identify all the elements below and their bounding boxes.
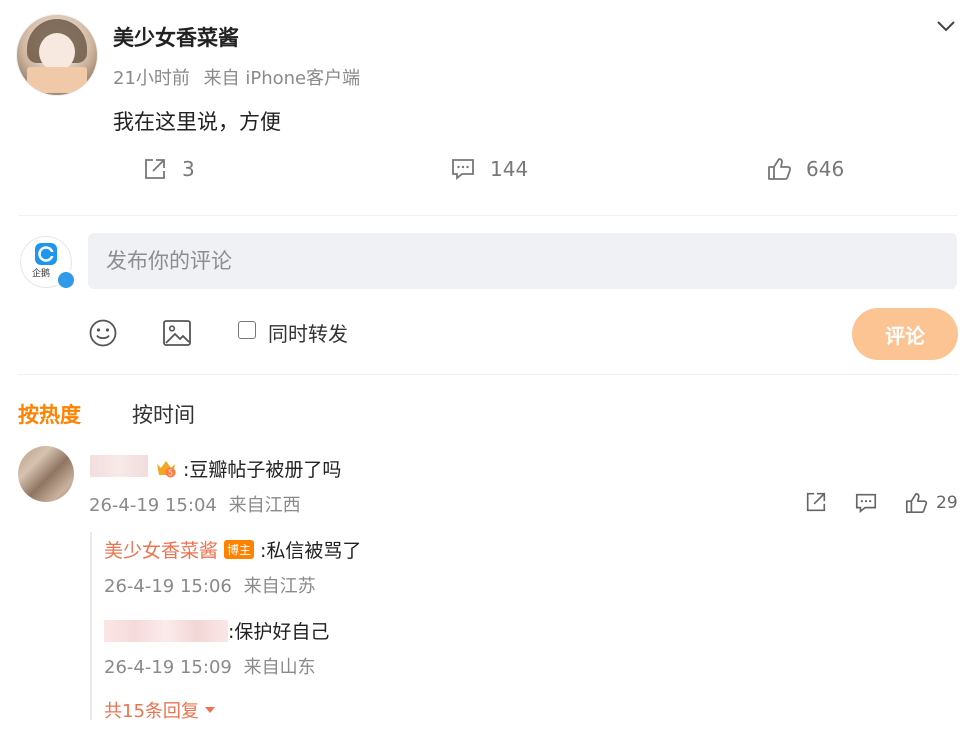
- repost-count: 3: [182, 157, 195, 181]
- reply-item: :保护好自己: [104, 617, 329, 644]
- comment-text: :豆瓣帖子被册了吗: [183, 459, 342, 481]
- reply-author-blurred[interactable]: [104, 619, 228, 642]
- reply-time: 26-4-19 15:09: [104, 657, 232, 678]
- caret-down-icon: [204, 707, 215, 713]
- chevron-down-icon[interactable]: [934, 16, 958, 36]
- thumbs-up-icon: [905, 492, 928, 514]
- comment-meta: 26-4-19 15:04 来自江西: [89, 491, 301, 517]
- post-meta: 21小时前 来自 iPhone客户端: [113, 64, 360, 90]
- reply-meta: 26-4-19 15:06 来自江苏: [104, 572, 316, 598]
- comment-time: 26-4-19 15:04: [89, 495, 217, 516]
- verified-badge-icon: [56, 270, 76, 290]
- tab-sort-time[interactable]: 按时间: [132, 399, 195, 429]
- reply-location: 来自山东: [243, 657, 316, 678]
- share-icon[interactable]: [804, 490, 828, 514]
- reply-location: 来自江苏: [243, 576, 316, 597]
- post-source: 来自 iPhone客户端: [203, 68, 361, 89]
- reply-text: :保护好自己: [228, 621, 330, 643]
- commenter-name-blurred[interactable]: [90, 455, 148, 477]
- repost-checkbox-label[interactable]: 同时转发: [268, 318, 348, 347]
- divider: [18, 374, 958, 375]
- post-content: 我在这里说，方便: [113, 110, 281, 134]
- more-replies-link[interactable]: 共15条回复: [104, 697, 217, 723]
- comment-like-button[interactable]: 29: [904, 491, 958, 515]
- comment-button[interactable]: 144: [450, 154, 528, 184]
- author-avatar[interactable]: [16, 14, 98, 96]
- reply-meta: 26-4-19 15:09 来自山东: [104, 653, 316, 679]
- svg-text:5: 5: [168, 469, 173, 478]
- like-button[interactable]: 646: [766, 154, 844, 184]
- comment-icon: [452, 159, 474, 180]
- reply-time: 26-4-19 15:06: [104, 576, 232, 597]
- reply-text: :私信被骂了: [260, 540, 362, 562]
- blogger-badge: 博主: [224, 540, 255, 559]
- divider: [18, 215, 958, 216]
- thumbs-up-icon: [768, 158, 792, 180]
- tab-sort-hot[interactable]: 按热度: [18, 399, 81, 429]
- image-icon[interactable]: [162, 319, 192, 347]
- post-time: 21小时前: [113, 68, 190, 89]
- emoji-icon[interactable]: [88, 318, 118, 348]
- repost-button[interactable]: 3: [142, 154, 195, 184]
- comment-count: 144: [490, 157, 529, 181]
- submit-comment-button[interactable]: 评论: [852, 308, 958, 360]
- reply-item: 美少女香菜酱 博主 :私信被骂了: [104, 536, 361, 563]
- crown-badge-icon: 5: [157, 461, 176, 478]
- comment-location: 来自江西: [228, 495, 301, 516]
- commenter-avatar[interactable]: [18, 446, 74, 502]
- comment-icon[interactable]: [854, 491, 878, 515]
- reply-thread: 美少女香菜酱 博主 :私信被骂了 26-4-19 15:06 来自江苏 :保护好自己…: [90, 532, 958, 723]
- author-name[interactable]: 美少女香菜酱: [113, 22, 239, 52]
- comment-input[interactable]: 发布你的评论: [88, 233, 957, 289]
- like-count: 646: [806, 157, 845, 181]
- reply-author[interactable]: 美少女香菜酱: [104, 540, 218, 562]
- repost-checkbox[interactable]: [238, 321, 256, 339]
- my-avatar-label: 企鹅: [32, 269, 51, 279]
- share-icon: [145, 159, 165, 179]
- comment-like-count: 29: [936, 493, 958, 513]
- more-replies-label: 共15条回复: [104, 701, 199, 722]
